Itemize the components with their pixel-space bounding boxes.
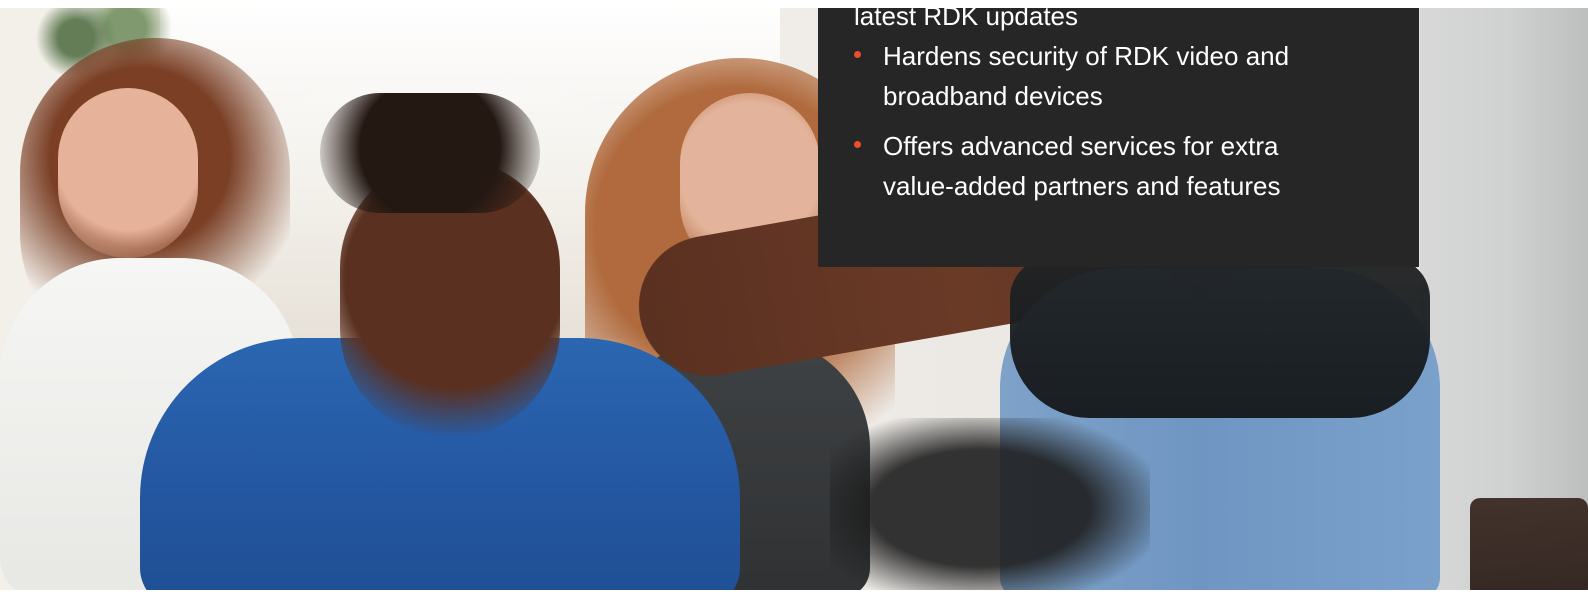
bullet-dot-icon xyxy=(854,51,861,58)
bottom-white-strip xyxy=(0,590,1588,598)
background-side-table xyxy=(1470,498,1588,590)
page: latest RDK updates Hardens security of R… xyxy=(0,0,1588,598)
background-sofa xyxy=(830,418,1150,590)
bullet-2-line-2: value-added partners and features xyxy=(883,171,1281,201)
partial-text-line: latest RDK updates xyxy=(854,8,1079,31)
person-right-top xyxy=(1010,258,1430,418)
feature-panel: latest RDK updates Hardens security of R… xyxy=(818,8,1419,267)
feature-panel-content: latest RDK updates Hardens security of R… xyxy=(854,8,1399,206)
bullet-2-line-1: Offers advanced services for extra xyxy=(883,131,1279,161)
bullet-1-line-1: Hardens security of RDK video and xyxy=(883,41,1290,71)
bullet-gap xyxy=(854,116,1399,126)
top-white-strip xyxy=(0,0,1588,8)
feature-bullets: Hardens security of RDK video and broadb… xyxy=(854,36,1399,206)
person-center-hair xyxy=(320,93,540,213)
feature-bullet-1: Hardens security of RDK video and broadb… xyxy=(854,36,1399,116)
person-left-face xyxy=(58,88,198,258)
bullet-dot-icon xyxy=(854,141,861,148)
bullet-1-line-2: broadband devices xyxy=(883,81,1103,111)
feature-bullet-2: Offers advanced services for extra value… xyxy=(854,126,1399,206)
hero-photo: latest RDK updates Hardens security of R… xyxy=(0,8,1588,590)
